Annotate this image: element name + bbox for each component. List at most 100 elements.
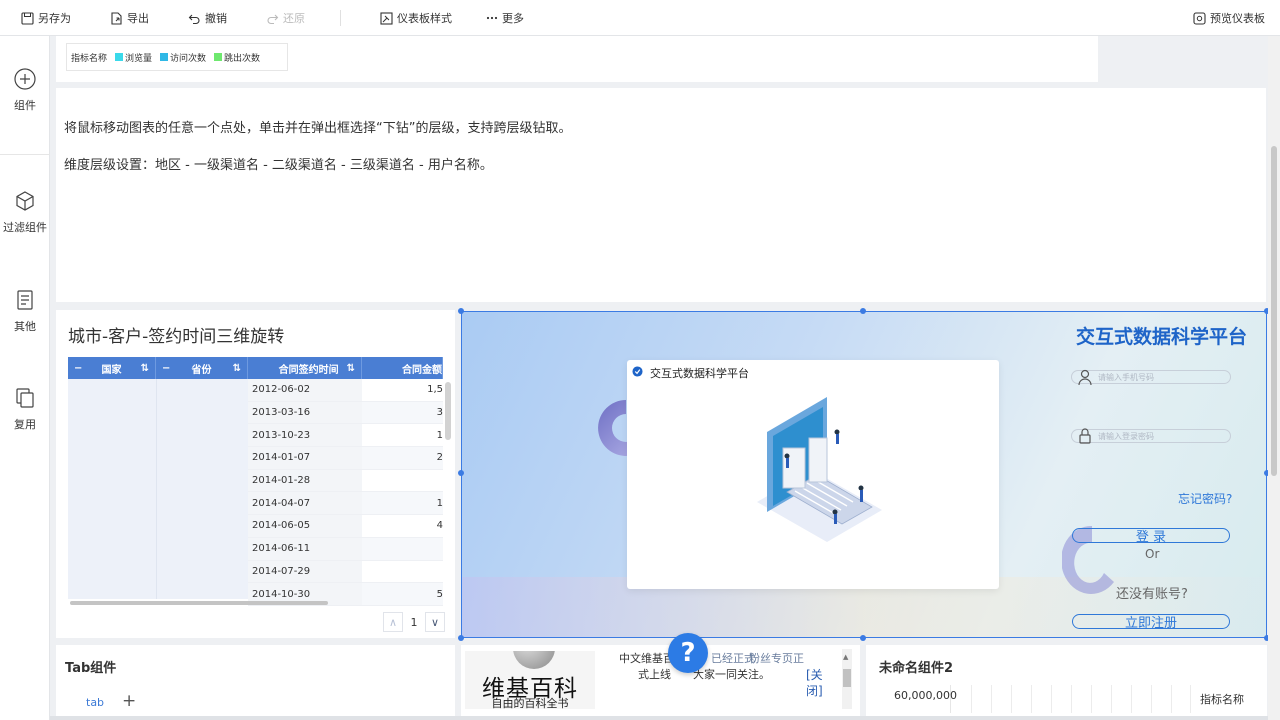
legend-swatch (160, 53, 169, 61)
forgot-password-link[interactable]: 忘记密码? (1178, 490, 1232, 507)
sort-icon[interactable]: ⇅ (141, 363, 149, 374)
login-button[interactable]: 登 录 (1072, 528, 1230, 545)
save-as-button[interactable]: 另存为 (20, 0, 71, 36)
table-cell-amount (362, 561, 443, 584)
dashboard-style-button[interactable]: 仪表板样式 (379, 0, 452, 36)
resize-handle[interactable] (860, 308, 866, 314)
resize-handle[interactable] (458, 470, 464, 476)
preview-label: 预览仪表板 (1210, 12, 1265, 25)
legend-title: 指标名称 (71, 53, 108, 64)
text-line: 维度层级设置：地区 - 一级渠道名 - 二级渠道名 - 三级渠道名 - 用户名称… (64, 158, 493, 173)
legend-item[interactable]: 访问次数 (170, 51, 206, 64)
resize-handle[interactable] (860, 635, 866, 641)
wiki-text: 粉丝专页正 (749, 652, 804, 665)
page-scrollbar[interactable] (1268, 36, 1280, 720)
legend-item[interactable]: 浏览量 (125, 51, 152, 64)
table-cell-amount (362, 470, 443, 493)
chart-grid (950, 685, 1191, 713)
register-button[interactable]: 立即注册 (1072, 614, 1230, 631)
bottom-strip (50, 716, 1268, 720)
tab-widget: Tab组件 tab + (56, 645, 455, 716)
text-line: 将鼠标移动图表的任意一个点处，单击并在弹出框选择“下钻”的层级，支持跨层级钻取。 (64, 121, 572, 136)
sort-icon[interactable]: ⇅ (233, 363, 241, 374)
sidebar-item-other[interactable]: 其他 (0, 288, 50, 334)
password-input[interactable]: 请输入登录密码 (1071, 428, 1231, 444)
cube-icon (16, 191, 34, 211)
scrollbar-thumb[interactable] (1271, 146, 1277, 476)
header-province[interactable]: − 省份 ⇅ (156, 357, 248, 379)
table-cell-amount: 1 (362, 492, 443, 516)
wiki-scrollbar[interactable]: ▲ (842, 649, 852, 709)
toolbar-divider (340, 10, 341, 26)
collapse-icon[interactable]: − (74, 363, 82, 374)
username-placeholder: 请输入手机号码 (1098, 372, 1154, 382)
text-panel: 将鼠标移动图表的任意一个点处，单击并在弹出框选择“下钻”的层级，支持跨层级钻取。… (56, 88, 1266, 302)
amount-column: 1,5 3 1 2 1 4 5 (362, 379, 443, 606)
username-input[interactable]: 请输入手机号码 (1071, 369, 1231, 386)
image-widget[interactable]: 交互式数据科学平台 交互式数据科学平台 请输入手机号码 请输入登录密码 忘记密码… (461, 311, 1267, 638)
export-button[interactable]: 导出 (109, 0, 149, 36)
table-cell-amount: 1,5 (362, 379, 443, 402)
next-page-button[interactable]: ∨ (425, 612, 445, 632)
table-header: − 国家 ⇅ − 省份 ⇅ 合同签约时间 ⇅ 合同金额 (68, 357, 443, 379)
resize-handle[interactable] (458, 308, 464, 314)
header-label: 省份 (191, 364, 212, 376)
header-country[interactable]: − 国家 ⇅ (68, 357, 156, 379)
more-button[interactable]: 更多 (486, 0, 524, 36)
tab-item[interactable]: tab (86, 696, 104, 709)
sort-icon[interactable]: ⇅ (347, 363, 355, 374)
header-amount[interactable]: 合同金额 (362, 357, 443, 379)
province-column (156, 379, 248, 599)
more-icon (486, 11, 498, 25)
legend-panel: 指标名称 浏览量 访问次数 跳出次数 (56, 36, 1098, 82)
table-vertical-scrollbar[interactable] (445, 382, 451, 440)
header-label: 合同金额 (402, 364, 442, 376)
collapse-icon[interactable]: − (162, 363, 170, 374)
header-sign-date[interactable]: 合同签约时间 ⇅ (248, 357, 362, 379)
brand-title: 交互式数据科学平台 (1076, 326, 1248, 348)
wiki-widget: 维基百科 自由的百科全书 中文维基百 已经正式 粉丝专页正 式上线 大家一同关注… (461, 645, 860, 716)
sidebar-item-components[interactable]: 组件 (0, 67, 50, 113)
table-cell-date: 2014-04-07 (248, 492, 362, 516)
wiki-text: 大家一同关注。 (693, 668, 770, 681)
table-cell-date: 2013-03-16 (248, 402, 362, 425)
preview-dashboard-button[interactable]: 预览仪表板 (1192, 0, 1265, 36)
help-button[interactable]: ? (668, 633, 708, 673)
copy-icon (16, 388, 34, 408)
undo-icon (187, 11, 201, 25)
legend: 指标名称 浏览量 访问次数 跳出次数 (66, 43, 288, 71)
redo-icon (265, 11, 279, 25)
table-cell-date: 2013-10-23 (248, 424, 362, 448)
table-cell-amount (362, 537, 443, 561)
sidebar-item-label: 其他 (14, 320, 36, 333)
wiki-close-link[interactable]: [关闭] (806, 667, 823, 699)
scrollbar-thumb[interactable] (843, 669, 851, 687)
wiki-text: 中文维基百 (619, 652, 674, 665)
undo-button[interactable]: 撤销 (187, 0, 227, 36)
sidebar-item-filter[interactable]: 过滤组件 (0, 189, 50, 235)
lock-icon (1079, 428, 1091, 444)
scrollbar-thumb[interactable] (70, 601, 328, 605)
widget-title: Tab组件 (65, 661, 117, 676)
prev-page-button[interactable]: ∧ (383, 612, 403, 632)
add-tab-button[interactable]: + (122, 691, 136, 711)
or-text: Or (1145, 547, 1160, 561)
table-cell-amount: 2 (362, 447, 443, 470)
chart-widget: 未命名组件2 60,000,000 指标名称 (866, 645, 1267, 716)
table-cell-date: 2014-01-28 (248, 470, 362, 493)
chart-legend-title: 指标名称 (1200, 693, 1244, 706)
table-cell-date: 2014-07-29 (248, 561, 362, 584)
sidebar-divider (0, 154, 50, 155)
page-number: 1 (410, 615, 418, 629)
sidebar-item-label: 复用 (14, 418, 36, 431)
header-label: 合同签约时间 (278, 364, 339, 376)
sidebar-item-reuse[interactable]: 复用 (0, 386, 50, 432)
redo-button[interactable]: 还原 (265, 0, 305, 36)
header-label: 国家 (101, 364, 122, 376)
legend-item[interactable]: 跳出次数 (224, 51, 260, 64)
scroll-up-icon[interactable]: ▲ (843, 653, 848, 661)
table-cell-amount: 1 (362, 424, 443, 448)
table-cell-amount: 4 (362, 515, 443, 538)
resize-handle[interactable] (458, 635, 464, 641)
table-horizontal-scrollbar[interactable] (68, 599, 448, 607)
